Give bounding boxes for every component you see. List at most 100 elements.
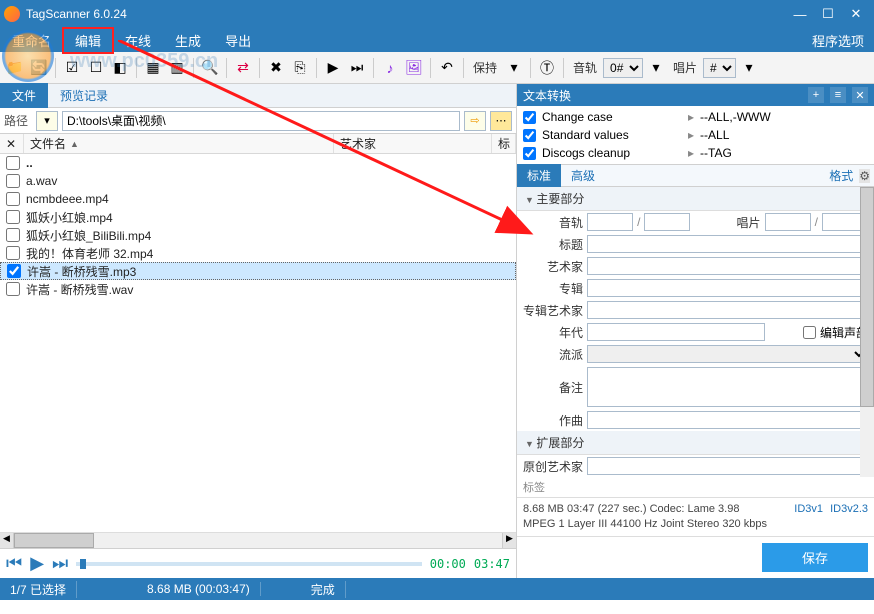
col-shuffle[interactable]: ✕ [0,134,24,153]
menu-edit[interactable]: 编辑 [63,28,113,53]
file-row[interactable]: 许嵩 - 断桥残雪.wav [0,280,516,298]
input-comment[interactable] [587,367,868,407]
file-row[interactable]: 许嵩 - 断桥残雪.mp3 [0,262,516,280]
transform-row[interactable]: Change case▸--ALL,-WWW [523,108,868,126]
cover-icon[interactable]: 🖼 [403,57,425,79]
input-track-total[interactable] [644,213,690,231]
disc-apply-icon[interactable]: ▾ [738,57,760,79]
tagver-id3v1[interactable]: ID3v1 [794,503,823,515]
panel-close-icon[interactable]: ✕ [852,87,868,103]
panel-add-icon[interactable]: + [808,87,824,103]
input-artist[interactable] [587,257,868,275]
select-all-icon[interactable]: ☑ [61,57,83,79]
checkbox-compilation[interactable] [803,326,816,339]
save-button[interactable]: 保存 [762,543,868,572]
transform-row[interactable]: Standard values▸--ALL [523,126,868,144]
h-scrollbar[interactable]: ◀▶ [0,532,516,548]
track-apply-icon[interactable]: ▾ [645,57,667,79]
minimize-button[interactable]: — [786,4,814,24]
select-none-icon[interactable]: ☐ [85,57,107,79]
input-title[interactable] [587,235,868,253]
file-row[interactable]: a.wav [0,172,516,190]
menu-online[interactable]: 在线 [113,28,163,53]
track-format-select[interactable]: 0# [603,58,643,78]
transform-row[interactable]: Discogs cleanup▸--TAG [523,144,868,162]
col-filename[interactable]: 文件名▲ [24,134,334,153]
file-checkbox[interactable] [6,174,20,188]
columns-icon[interactable]: ▥ [166,57,188,79]
disc-format-select[interactable]: # [703,58,736,78]
filelist[interactable]: ..a.wavncmbdeee.mp4狐妖小红娘.mp4狐妖小红娘_BiliBi… [0,154,516,532]
path-history-icon[interactable]: ▾ [36,111,58,131]
h-scroll-thumb[interactable] [14,533,94,548]
input-origartist[interactable] [587,457,868,475]
scroll-left-icon[interactable]: ◀ [0,533,14,548]
tagver-id3v23[interactable]: ID3v2.3 [830,503,868,515]
keep-dropdown-icon[interactable]: ▾ [503,57,525,79]
seek-bar[interactable] [76,562,422,566]
transform-checkbox[interactable] [523,147,536,160]
file-checkbox[interactable] [6,210,20,224]
go-button[interactable]: ⇨ [464,111,486,131]
file-row[interactable]: 狐妖小红娘_BiliBili.mp4 [0,226,516,244]
close-button[interactable]: ✕ [842,4,870,24]
invert-selection-icon[interactable]: ◧ [109,57,131,79]
input-track-num[interactable] [587,213,633,231]
tab-advanced[interactable]: 高级 [561,164,605,187]
file-checkbox[interactable] [6,156,20,170]
tab-format[interactable]: 格式 [829,167,859,184]
section-ext[interactable]: 扩展部分 [517,431,874,455]
file-row[interactable]: .. [0,154,516,172]
copy-tags-icon[interactable]: ⎘ [289,57,311,79]
tab-files[interactable]: 文件 [0,83,48,108]
play-button[interactable]: ▶ [30,553,44,574]
tab-preview[interactable]: 预览记录 [48,83,120,108]
swap-icon[interactable]: ⇄ [232,57,254,79]
col-mark[interactable]: 标 [492,134,516,153]
open-folder-icon[interactable]: 📁 [4,57,26,79]
scroll-right-icon[interactable]: ▶ [502,533,516,548]
maximize-button[interactable]: ☐ [814,4,842,24]
undo-icon[interactable]: ↶ [436,57,458,79]
refresh-icon[interactable]: 🔄 [28,57,50,79]
select-genre[interactable] [587,345,868,363]
file-row[interactable]: ncmbdeee.mp4 [0,190,516,208]
path-input[interactable] [62,111,460,131]
transform-checkbox[interactable] [523,129,536,142]
tab-standard[interactable]: 标准 [517,164,561,187]
input-album[interactable] [587,279,868,297]
panel-menu-icon[interactable]: ≡ [830,87,846,103]
menu-rename[interactable]: 重命名 [0,28,63,53]
transform-checkbox[interactable] [523,111,536,124]
v-scroll-thumb[interactable] [860,187,874,407]
menu-options[interactable]: 程序选项 [802,28,874,53]
input-composer[interactable] [587,411,868,429]
filter-icon[interactable]: ▦ [142,57,164,79]
prev-button[interactable]: ⏮ [6,553,22,574]
browse-button[interactable]: ⋯ [490,111,512,131]
file-checkbox[interactable] [6,228,20,242]
file-checkbox[interactable] [6,282,20,296]
file-checkbox[interactable] [6,246,20,260]
col-artist[interactable]: 艺术家 [334,134,492,153]
file-checkbox[interactable] [6,192,20,206]
text-transform-icon[interactable]: Ⓣ [536,57,558,79]
search-icon[interactable]: 🔍 [199,57,221,79]
seek-thumb[interactable] [80,559,86,569]
v-scrollbar[interactable] [860,187,874,477]
input-year[interactable] [587,323,765,341]
play-icon[interactable]: ▶ [322,57,344,79]
input-albumartist[interactable] [587,301,868,319]
menu-generate[interactable]: 生成 [163,28,213,53]
clear-tags-icon[interactable]: ✖ [265,57,287,79]
queue-icon[interactable]: ⏭ [346,57,368,79]
file-row[interactable]: 我的！体育老师 32.mp4 [0,244,516,262]
file-row[interactable]: 狐妖小红娘.mp4 [0,208,516,226]
lyrics-icon[interactable]: ♪ [379,57,401,79]
section-main[interactable]: 主要部分 [517,187,874,211]
next-button[interactable]: ⏭ [52,553,68,574]
file-checkbox[interactable] [7,264,21,278]
menu-export[interactable]: 导出 [213,28,263,53]
tag-settings-icon[interactable]: ⚙ [859,169,870,183]
input-disc-num[interactable] [765,213,811,231]
